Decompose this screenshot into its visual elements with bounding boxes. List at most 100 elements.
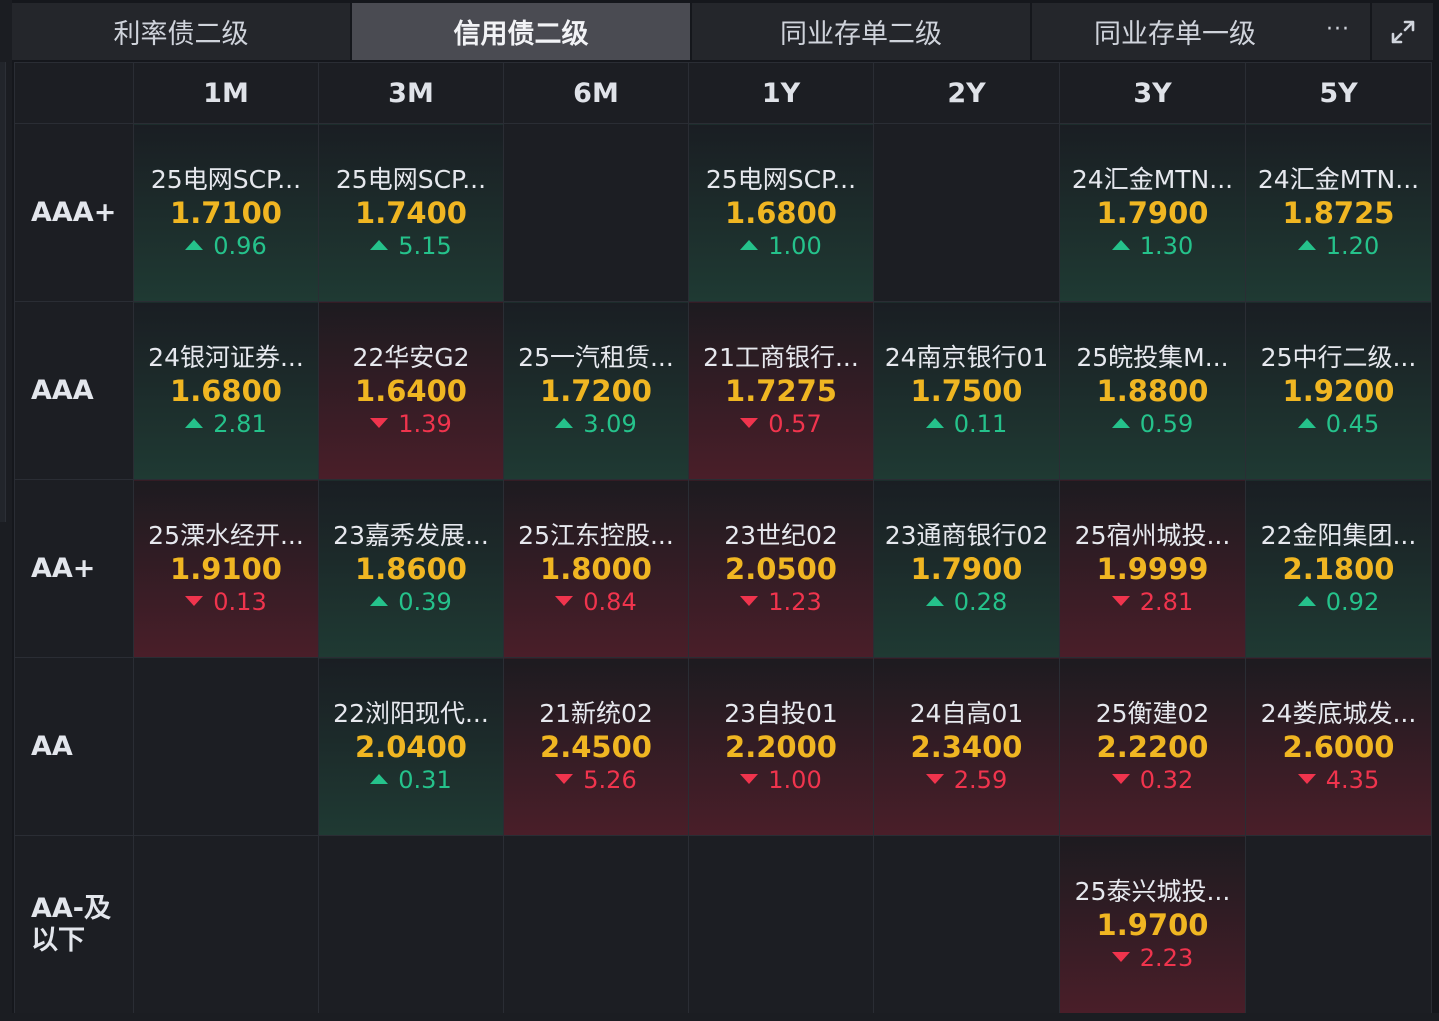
bond-cell[interactable]: 24汇金MTN... 1.8725 1.20 <box>1245 123 1432 302</box>
yield-change: 0.59 <box>1060 408 1245 440</box>
bond-name: 24汇金MTN... <box>1257 164 1420 194</box>
column-header-5y: 5Y <box>1245 62 1432 124</box>
column-header-3y: 3Y <box>1059 62 1246 124</box>
column-header-row: 1M 3M 6M 1Y 2Y 3Y 5Y <box>14 62 1432 124</box>
change-value: 1.39 <box>398 409 452 438</box>
bond-yield: 2.2200 <box>1096 729 1209 764</box>
bond-cell[interactable]: 23嘉秀发展... 1.8600 0.39 <box>318 479 504 658</box>
rating-row: AA-及以下 25泰兴城投... 1.9700 2.23 <box>14 835 1432 1014</box>
rating-label: AAA <box>14 301 134 480</box>
more-icon[interactable]: ··· <box>1326 17 1350 42</box>
tab-ncd-secondary[interactable]: 同业存单二级 <box>692 3 1032 60</box>
bond-yield: 1.7900 <box>910 551 1023 586</box>
bond-name: 23嘉秀发展... <box>333 520 489 550</box>
left-edge-strip <box>0 0 12 1021</box>
rating-row: AAA 24银河证券... 1.6800 2.81 22华安G2 1.6400 1.39 25… <box>14 301 1432 480</box>
horizontal-scrollbar[interactable] <box>12 1013 1439 1021</box>
column-header-1y: 1Y <box>688 62 874 124</box>
bond-cell[interactable]: 22华安G2 1.6400 1.39 <box>318 301 504 480</box>
yield-change: 0.39 <box>319 586 503 618</box>
rating-label: AA+ <box>14 479 134 658</box>
rating-row: AAA+ 25电网SCP... 1.7100 0.96 25电网SCP... 1.7400… <box>14 123 1432 302</box>
arrow-up-icon <box>1297 239 1316 250</box>
rating-row: AA 22浏阳现代... 2.0400 0.31 21新统02 2.4500 5.26 23自… <box>14 657 1432 836</box>
bond-name: 25皖投集M... <box>1076 342 1229 372</box>
empty-cell <box>1245 835 1432 1014</box>
bond-cell[interactable]: 24娄底城发... 2.6000 4.35 <box>1245 657 1432 836</box>
tab-credit-bond-secondary[interactable]: 信用债二级 <box>352 3 692 60</box>
bond-cell[interactable]: 25电网SCP... 1.6800 1.00 <box>688 123 874 302</box>
left-edge-handle[interactable] <box>0 62 6 522</box>
bond-name: 23通商银行02 <box>884 520 1049 550</box>
bond-name: 25衡建02 <box>1095 698 1210 728</box>
change-value: 2.81 <box>213 409 267 438</box>
change-value: 1.00 <box>768 765 822 794</box>
expand-icon[interactable] <box>1372 3 1433 60</box>
arrow-up-icon <box>1297 595 1316 606</box>
bond-cell[interactable]: 23通商银行02 1.7900 0.28 <box>873 479 1060 658</box>
yield-change: 0.32 <box>1060 764 1245 796</box>
bond-cell[interactable]: 25溧水经开... 1.9100 0.13 <box>133 479 319 658</box>
bond-name: 24自高01 <box>909 698 1024 728</box>
change-value: 0.31 <box>398 765 452 794</box>
bond-yield: 1.9200 <box>1282 373 1395 408</box>
arrow-up-icon <box>1297 417 1316 428</box>
bond-cell[interactable]: 25泰兴城投... 1.9700 2.23 <box>1059 835 1246 1014</box>
tab-bar: 利率债二级 信用债二级 同业存单二级 同业存单一级 ··· <box>12 3 1437 60</box>
bond-cell[interactable]: 25电网SCP... 1.7100 0.96 <box>133 123 319 302</box>
arrow-up-icon <box>1111 417 1130 428</box>
bond-cell[interactable]: 25宿州城投... 1.9999 2.81 <box>1059 479 1246 658</box>
bond-cell[interactable]: 24汇金MTN... 1.7900 1.30 <box>1059 123 1246 302</box>
bond-cell[interactable]: 25江东控股... 1.8000 0.84 <box>503 479 689 658</box>
bond-name: 23世纪02 <box>724 520 838 550</box>
bond-name: 22金阳集团... <box>1260 520 1417 550</box>
arrow-up-icon <box>370 773 389 784</box>
bond-cell[interactable]: 25电网SCP... 1.7400 5.15 <box>318 123 504 302</box>
bond-yield: 2.0400 <box>355 729 467 764</box>
change-value: 0.28 <box>953 587 1008 616</box>
bond-name: 25泰兴城投... <box>1074 876 1231 906</box>
bond-cell[interactable]: 23自投01 2.2000 1.00 <box>688 657 874 836</box>
bond-yield: 1.8600 <box>355 551 467 586</box>
bond-name: 24汇金MTN... <box>1071 164 1234 194</box>
bond-yield: 1.7500 <box>910 373 1023 408</box>
bond-name: 23自投01 <box>724 698 838 728</box>
bond-yield: 1.6800 <box>725 195 837 230</box>
arrow-up-icon <box>925 417 944 428</box>
tab-ncd-primary[interactable]: 同业存单一级 ··· <box>1032 3 1372 60</box>
bond-cell[interactable]: 21工商银行... 1.7275 0.57 <box>688 301 874 480</box>
yield-change: 1.00 <box>689 230 873 262</box>
column-header-2y: 2Y <box>873 62 1060 124</box>
bond-cell[interactable]: 24南京银行01 1.7500 0.11 <box>873 301 1060 480</box>
bond-cell[interactable]: 21新统02 2.4500 5.26 <box>503 657 689 836</box>
bond-cell[interactable]: 25一汽租赁... 1.7200 3.09 <box>503 301 689 480</box>
bond-name: 25宿州城投... <box>1074 520 1231 550</box>
yield-change: 0.31 <box>319 764 503 796</box>
column-header-6m: 6M <box>503 62 689 124</box>
bond-yield: 1.9100 <box>170 551 282 586</box>
bond-cell[interactable]: 24自高01 2.3400 2.59 <box>873 657 1060 836</box>
bond-cell[interactable]: 22金阳集团... 2.1800 0.92 <box>1245 479 1432 658</box>
yield-change: 2.59 <box>874 764 1059 796</box>
tab-rate-bond-secondary[interactable]: 利率债二级 <box>12 3 352 60</box>
bond-yield: 2.2000 <box>725 729 837 764</box>
bond-cell[interactable]: 25中行二级... 1.9200 0.45 <box>1245 301 1432 480</box>
bond-cell[interactable]: 22浏阳现代... 2.0400 0.31 <box>318 657 504 836</box>
bond-cell[interactable]: 25衡建02 2.2200 0.32 <box>1059 657 1246 836</box>
yield-change: 1.20 <box>1246 230 1431 262</box>
bond-name: 22华安G2 <box>352 342 470 372</box>
arrow-up-icon <box>185 417 204 428</box>
yield-change: 2.81 <box>1060 586 1245 618</box>
yield-change: 1.23 <box>689 586 873 618</box>
rating-label: AA <box>14 657 134 836</box>
arrow-up-icon <box>370 595 389 606</box>
empty-cell <box>318 835 504 1014</box>
bond-name: 25电网SCP... <box>705 164 857 194</box>
bond-name: 24银河证券... <box>148 342 304 372</box>
yield-change: 0.84 <box>504 586 688 618</box>
yield-change: 3.09 <box>504 408 688 440</box>
bond-cell[interactable]: 25皖投集M... 1.8800 0.59 <box>1059 301 1246 480</box>
bond-cell[interactable]: 23世纪02 2.0500 1.23 <box>688 479 874 658</box>
bond-yield: 2.1800 <box>1282 551 1395 586</box>
bond-cell[interactable]: 24银河证券... 1.6800 2.81 <box>133 301 319 480</box>
